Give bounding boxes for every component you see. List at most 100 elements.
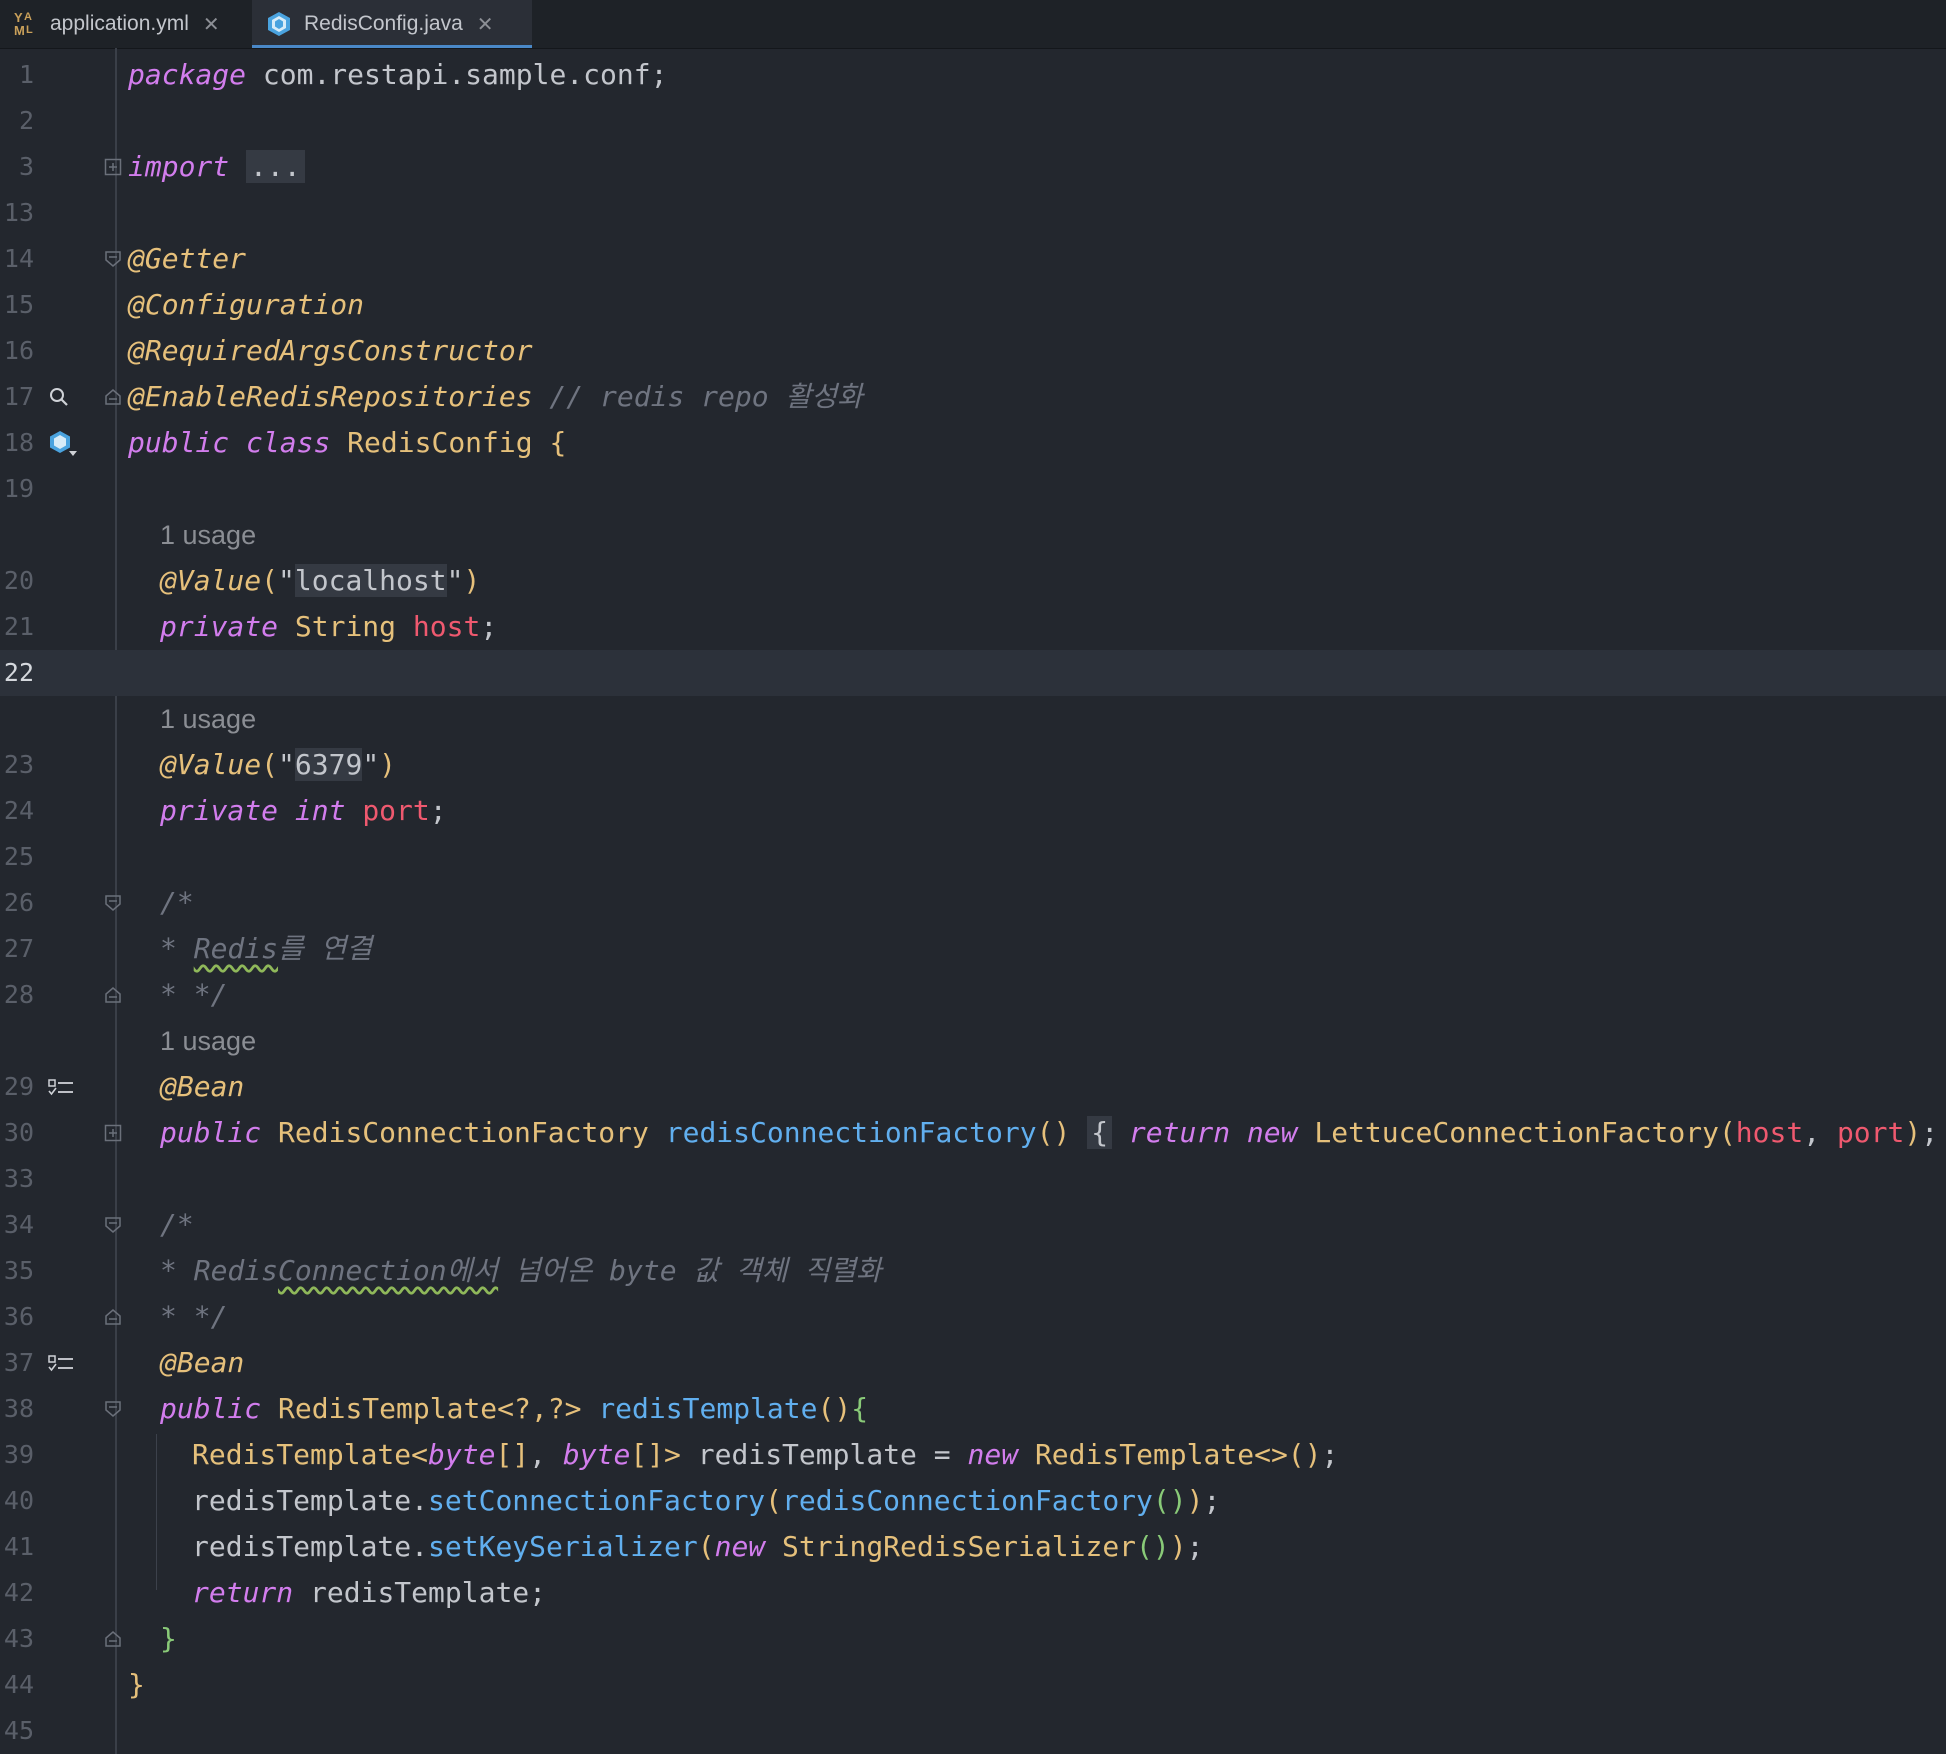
code-text: } [128, 1668, 145, 1701]
code-text: redisTemplate.setConnectionFactory(redis… [192, 1484, 1221, 1517]
line-number: 3 [18, 152, 34, 181]
line-number: 37 [3, 1348, 34, 1377]
code-line: 40 redisTemplate.setConnectionFactory(re… [0, 1478, 1946, 1524]
bean-method-icon[interactable] [48, 1354, 74, 1374]
code-text: /* [160, 1208, 194, 1241]
code-line: 42 return redisTemplate; [0, 1570, 1946, 1616]
search-icon[interactable] [48, 386, 70, 408]
usage-hint-row: 1 usage [0, 512, 1946, 558]
code-text: @EnableRedisRepositories // redis repo 활… [128, 380, 863, 413]
line-number: 40 [3, 1486, 34, 1515]
fold-collapse-icon[interactable] [104, 986, 122, 1004]
code-line: 24 private int port; [0, 788, 1946, 834]
line-number: 14 [3, 244, 34, 273]
code-line: 18 public class RedisConfig { [0, 420, 1946, 466]
code-text: * Redis를 연결 [160, 932, 373, 965]
code-line: 33 [0, 1156, 1946, 1202]
code-line: 25 [0, 834, 1946, 880]
line-number: 39 [3, 1440, 34, 1469]
code-line: 38 public RedisTemplate<?,?> redisTempla… [0, 1386, 1946, 1432]
java-class-icon [268, 12, 290, 36]
line-number: 23 [3, 750, 34, 779]
code-line: 44 } [0, 1662, 1946, 1708]
code-text: package com.restapi.sample.conf; [128, 58, 668, 91]
code-line: 41 redisTemplate.setKeySerializer(new St… [0, 1524, 1946, 1570]
code-editor[interactable]: 1 package com.restapi.sample.conf; 2 3 i… [0, 48, 1946, 1754]
code-text: * */ [160, 1300, 228, 1333]
line-number: 17 [3, 382, 34, 411]
line-number: 36 [3, 1302, 34, 1331]
close-icon[interactable]: ✕ [203, 12, 220, 37]
line-number: 19 [3, 474, 34, 503]
line-number: 41 [3, 1532, 34, 1561]
line-number: 45 [3, 1716, 34, 1745]
code-line: 1 package com.restapi.sample.conf; [0, 52, 1946, 98]
code-line: 20 @Value("localhost") [0, 558, 1946, 604]
tab-label: RedisConfig.java [304, 12, 463, 35]
usage-hint[interactable]: 1 usage [160, 512, 256, 558]
usage-hint[interactable]: 1 usage [160, 696, 256, 742]
usage-hint-row: 1 usage [0, 696, 1946, 742]
tab-label: application.yml [50, 12, 189, 35]
line-number: 30 [3, 1118, 34, 1147]
code-line: 27 * Redis를 연결 [0, 926, 1946, 972]
code-text: @Bean [160, 1346, 245, 1379]
code-text: private String host; [160, 610, 498, 643]
code-text: @Configuration [128, 288, 365, 321]
line-number: 25 [3, 842, 34, 871]
code-line: 29 @Bean [0, 1064, 1946, 1110]
code-line: 23 @Value("6379") [0, 742, 1946, 788]
code-text: redisTemplate.setKeySerializer(new Strin… [192, 1530, 1204, 1563]
line-number: 29 [3, 1072, 34, 1101]
current-line: 22 [0, 650, 1946, 696]
yaml-icon: YA ML [14, 10, 33, 38]
code-line: 2 [0, 98, 1946, 144]
fold-collapse-icon[interactable] [104, 250, 122, 268]
line-number: 15 [3, 290, 34, 319]
fold-collapse-icon[interactable] [104, 894, 122, 912]
code-text: @Bean [160, 1070, 245, 1103]
code-line: 15 @Configuration [0, 282, 1946, 328]
usage-hint[interactable]: 1 usage [160, 1018, 256, 1064]
code-line: 37 @Bean [0, 1340, 1946, 1386]
code-text: @Value("6379") [160, 748, 397, 781]
code-line: 17 @EnableRedisRepositories // redis rep… [0, 374, 1946, 420]
fold-expand-icon[interactable] [104, 1124, 122, 1142]
code-text: private int port; [160, 794, 447, 827]
folded-imports[interactable]: ... [246, 150, 305, 183]
code-text: return redisTemplate; [192, 1576, 547, 1609]
code-text: RedisTemplate<byte[], byte[]> redisTempl… [192, 1438, 1339, 1471]
code-text: /* [160, 886, 194, 919]
code-text: public class RedisConfig { [128, 426, 567, 459]
code-line: 30 public RedisConnectionFactory redisCo… [0, 1110, 1946, 1156]
fold-collapse-icon[interactable] [104, 388, 122, 406]
code-line: 43 } [0, 1616, 1946, 1662]
line-number: 34 [3, 1210, 34, 1239]
code-text: @RequiredArgsConstructor [128, 334, 533, 367]
tab-redisconfig-java[interactable]: RedisConfig.java ✕ [252, 0, 532, 48]
fold-collapse-icon[interactable] [104, 1630, 122, 1648]
code-text: public RedisTemplate<?,?> redisTemplate(… [160, 1392, 869, 1425]
fold-expand-icon[interactable] [104, 158, 122, 176]
line-number: 28 [3, 980, 34, 1009]
code-text: * RedisConnection에서 넘어온 byte 값 객체 직렬화 [160, 1254, 882, 1287]
code-line: 36 * */ [0, 1294, 1946, 1340]
spring-bean-icon[interactable] [48, 430, 78, 458]
line-number: 20 [3, 566, 34, 595]
fold-collapse-icon[interactable] [104, 1308, 122, 1326]
code-line: 28 * */ [0, 972, 1946, 1018]
code-line: 13 [0, 190, 1946, 236]
code-text: } [160, 1622, 177, 1655]
code-line: 34 /* [0, 1202, 1946, 1248]
usage-hint-row: 1 usage [0, 1018, 1946, 1064]
bean-method-icon[interactable] [48, 1078, 74, 1098]
line-number: 1 [18, 60, 34, 89]
line-number: 26 [3, 888, 34, 917]
code-line: 39 RedisTemplate<byte[], byte[]> redisTe… [0, 1432, 1946, 1478]
fold-collapse-icon[interactable] [104, 1400, 122, 1418]
code-text: import ... [128, 144, 305, 190]
close-icon[interactable]: ✕ [477, 12, 494, 37]
fold-collapse-icon[interactable] [104, 1216, 122, 1234]
tab-application-yml[interactable]: YA ML application.yml ✕ [0, 0, 254, 48]
code-text: * */ [160, 978, 228, 1011]
